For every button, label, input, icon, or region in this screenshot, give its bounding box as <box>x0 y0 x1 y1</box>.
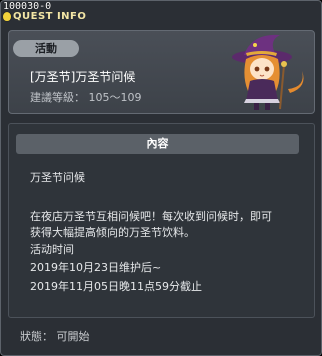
right-eye <box>264 66 270 72</box>
content-line: 2019年11月05日晚11点59分截止 <box>30 280 202 293</box>
left-leg <box>254 103 259 110</box>
staff <box>279 64 285 110</box>
hat-star <box>253 43 257 47</box>
content-line: 获得大幅提高倾向的万圣节饮料。 <box>30 226 195 239</box>
quest-bulb-icon <box>3 12 11 21</box>
window-title: QUEST INFO <box>13 11 87 22</box>
skirt-trim <box>244 99 280 103</box>
quest-status: 狀態： 可開始 <box>20 330 90 343</box>
content-line: 万圣节问候 <box>30 171 85 184</box>
category-badge: 活動 <box>13 40 79 57</box>
level-requirement: 建議等級： 105～109 <box>30 91 142 104</box>
staff-orb <box>281 61 287 67</box>
quest-name: [万圣节]万圣节问候 <box>30 70 136 84</box>
content-line: 活动时间 <box>30 243 74 256</box>
content-line: 在夜店万圣节互相问候吧！每次收到问候时，即可 <box>30 210 272 223</box>
witch-girl-portrait <box>232 34 304 110</box>
content-header: 內容 <box>16 134 299 154</box>
dress <box>246 79 278 101</box>
left-eye <box>254 66 260 72</box>
face <box>250 58 274 80</box>
content-line: 2019年10月23日维护后~ <box>30 261 162 274</box>
right-leg <box>265 103 270 110</box>
fox-tail <box>288 71 304 93</box>
